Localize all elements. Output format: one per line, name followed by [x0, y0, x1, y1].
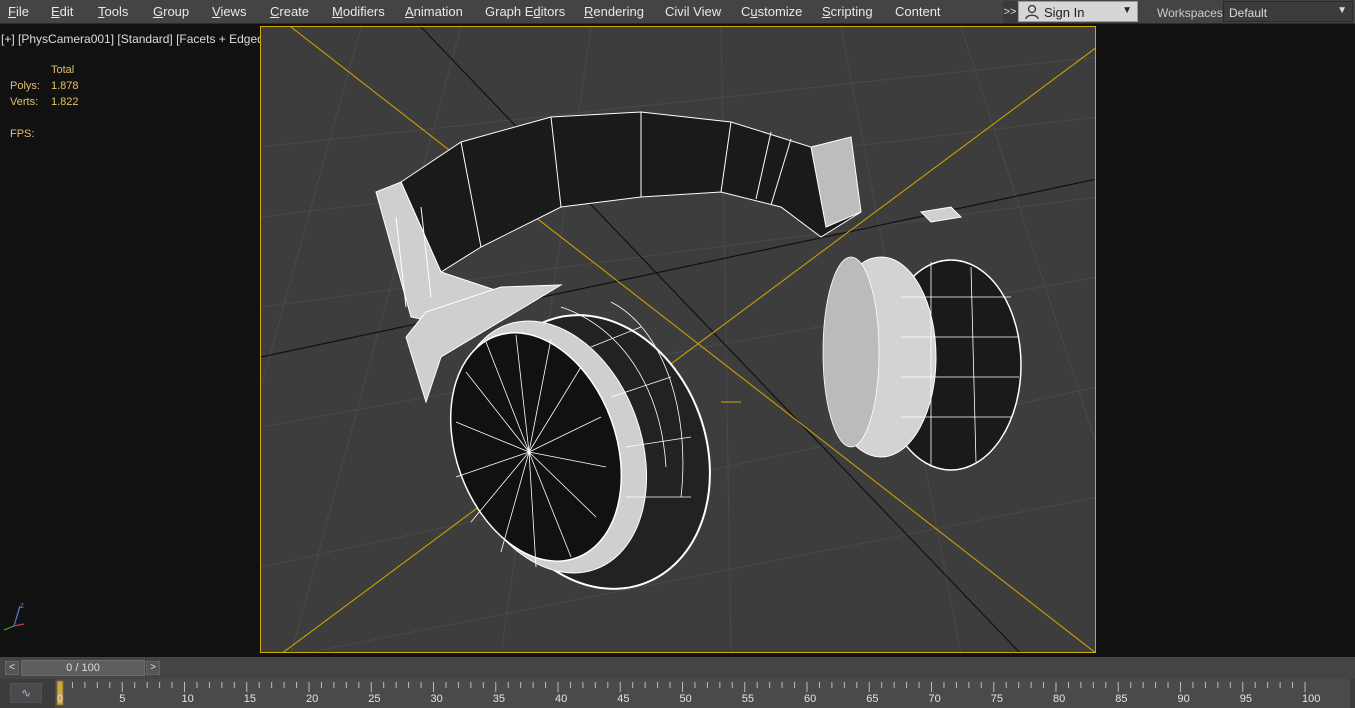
menu-item[interactable]: Civil View — [665, 4, 721, 19]
stats-polys-label: Polys: — [10, 80, 40, 92]
scene-render — [261, 27, 1095, 652]
ruler-tick-label: 25 — [368, 693, 381, 705]
menu-bar: File Edit Tools Group Views Create Modifiers An… — [0, 0, 1355, 24]
time-prev-button[interactable]: < — [5, 661, 19, 675]
stats-total-header: Total — [51, 64, 75, 76]
ruler-tick-label: 70 — [928, 693, 941, 705]
menu-overflow-button[interactable]: >> — [1003, 1, 1017, 23]
ruler-tick-label: 65 — [866, 693, 879, 705]
perspective-viewport[interactable] — [260, 26, 1096, 653]
curve-editor-icon[interactable]: ∿ — [10, 683, 42, 703]
workspaces-value: Default — [1229, 6, 1268, 20]
ruler-tick-label: 100 — [1302, 693, 1321, 705]
ruler-tick-label: 60 — [804, 693, 817, 705]
ruler-tick-label: 15 — [243, 693, 256, 705]
ruler-tick-label: 35 — [492, 693, 505, 705]
sign-in-label: Sign In — [1044, 5, 1085, 20]
axis-tripod-icon: z — [3, 601, 25, 631]
menu-item[interactable]: Tools — [98, 4, 128, 19]
workspaces-label: Workspaces: — [1157, 6, 1227, 20]
menu-item[interactable]: File — [8, 4, 29, 19]
ruler-tick-label: 0 — [57, 693, 64, 705]
ruler-tick-label: 75 — [990, 693, 1003, 705]
menu-item[interactable]: Views — [212, 4, 246, 19]
menu-item[interactable]: Rendering — [584, 4, 644, 19]
workspaces-dropdown[interactable]: Default ▼ — [1223, 1, 1353, 22]
menu-item[interactable]: Customize — [741, 4, 802, 19]
ruler-tick-label: 55 — [741, 693, 754, 705]
menu-item[interactable]: Graph Editors — [485, 4, 565, 19]
headband — [375, 111, 862, 328]
stats-polys-value: 1.878 — [51, 80, 79, 92]
stats-fps-label: FPS: — [10, 128, 35, 140]
ruler-tick-label: 40 — [555, 693, 568, 705]
ruler-tick-label: 85 — [1115, 693, 1128, 705]
sign-in-dropdown[interactable]: Sign In ▼ — [1018, 1, 1138, 22]
ruler-tick-label: 50 — [679, 693, 692, 705]
track-bar: ∿ 0 5 10 15 20 25 30 35 40 45 50 55 60 65 70 75 80 85 90 95… — [0, 679, 1355, 708]
ruler-tick-label: 45 — [617, 693, 630, 705]
time-slider-bar: < 0 / 100 > — [0, 657, 1355, 679]
ruler-tick-label: 30 — [430, 693, 443, 705]
frame-ruler[interactable]: 0 5 10 15 20 25 30 35 40 45 50 55 60 65 70 75 80 85 90 95 10… — [55, 679, 1350, 708]
svg-text:z: z — [20, 601, 24, 610]
stats-verts-label: Verts: — [10, 96, 39, 108]
menu-item[interactable]: Create — [270, 4, 309, 19]
ruler-tick-label: 95 — [1239, 693, 1252, 705]
ruler-tick-label: 90 — [1177, 693, 1190, 705]
menu-item[interactable]: Content — [895, 4, 941, 19]
left-earcup — [405, 284, 711, 590]
menu-item[interactable]: Scripting — [822, 4, 873, 19]
menu-item[interactable]: Modifiers — [332, 4, 385, 19]
ruler-tick-label: 5 — [119, 693, 126, 705]
right-earcup — [822, 206, 1022, 471]
menu-item[interactable]: Edit — [51, 4, 73, 19]
ruler-tick-label: 80 — [1053, 693, 1066, 705]
menu-item[interactable]: Group — [153, 4, 189, 19]
menu-item[interactable]: Animation — [405, 4, 463, 19]
stats-verts-value: 1.822 — [51, 96, 79, 108]
chevron-down-icon: ▼ — [1122, 5, 1132, 16]
ruler-tick-label: 10 — [181, 693, 194, 705]
user-icon — [1025, 4, 1039, 20]
ruler-tick-label: 20 — [306, 693, 319, 705]
time-next-button[interactable]: > — [146, 661, 160, 675]
time-slider[interactable]: 0 / 100 — [21, 660, 145, 676]
chevron-down-icon: ▼ — [1337, 5, 1347, 16]
